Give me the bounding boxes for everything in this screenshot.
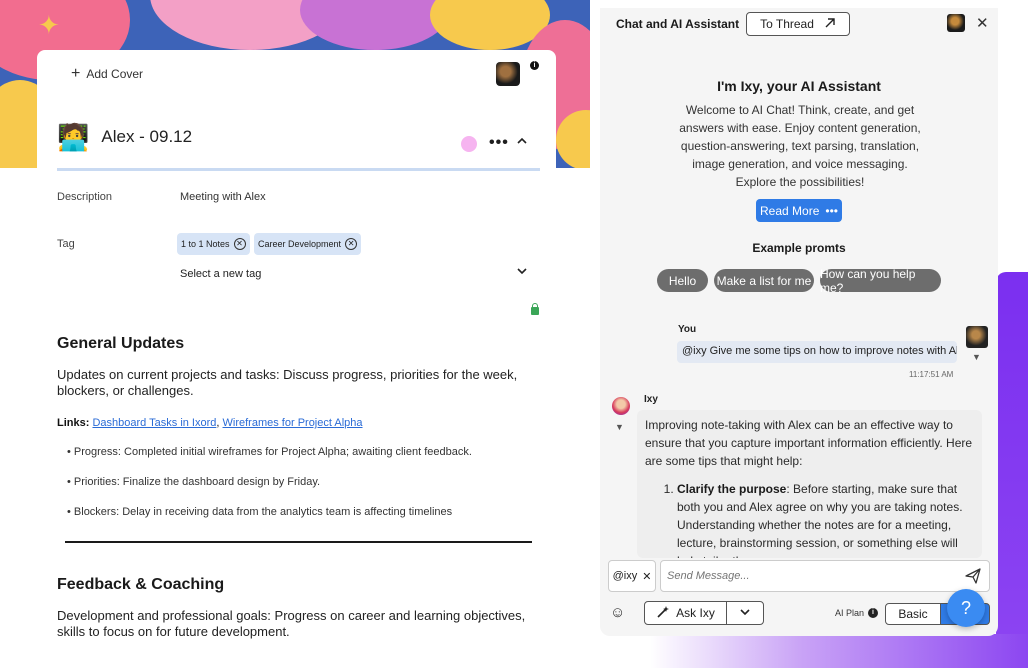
general-updates-heading: General Updates xyxy=(57,335,185,352)
assistant-tip-title: Clarify the purpose xyxy=(677,482,787,496)
chevron-down-icon[interactable] xyxy=(727,607,763,619)
bullet-blockers: • Blockers: Delay in receiving data from… xyxy=(67,506,453,518)
arrow-up-right-icon xyxy=(824,17,836,32)
general-updates-text: Updates on current projects and tasks: D… xyxy=(57,367,518,398)
remove-tag-icon[interactable]: ✕ xyxy=(345,238,358,250)
send-icon[interactable] xyxy=(956,560,990,592)
tag-label: Tag xyxy=(57,238,75,250)
chevron-down-icon[interactable]: ▼ xyxy=(615,422,624,432)
owner-avatar[interactable] xyxy=(496,62,520,86)
read-more-button[interactable]: Read More ••• xyxy=(756,199,842,222)
link-separator: , xyxy=(216,417,220,429)
chevron-down-icon[interactable]: ▼ xyxy=(972,352,981,362)
note-card-header: + Add Cover i 🧑‍💻 Alex - 09.12 ••• xyxy=(37,50,556,170)
feedback-heading: Feedback & Coaching xyxy=(57,576,225,593)
add-cover-button[interactable]: + Add Cover xyxy=(71,65,144,82)
read-more-label: Read More xyxy=(760,203,820,218)
purple-gradient xyxy=(650,634,1028,668)
add-cover-label: Add Cover xyxy=(86,67,144,81)
title-underline xyxy=(57,168,540,171)
assistant-intro-text: Welcome to AI Chat! Think, create, and g… xyxy=(679,103,921,189)
more-options-icon[interactable]: ••• xyxy=(489,134,509,152)
remove-tag-icon[interactable]: ✕ xyxy=(233,238,246,250)
ai-plan-label: AI Plan i xyxy=(835,608,879,618)
user-message-time: 11:17:51 AM xyxy=(909,370,954,379)
note-title-row: 🧑‍💻 Alex - 09.12 xyxy=(57,122,192,152)
to-thread-button[interactable]: To Thread xyxy=(746,12,850,36)
message-input[interactable] xyxy=(660,560,990,592)
info-icon[interactable]: i xyxy=(530,61,539,70)
note-title[interactable]: Alex - 09.12 xyxy=(101,127,192,147)
chat-user-avatar[interactable] xyxy=(947,14,965,32)
mention-chip[interactable]: @ixy ✕ xyxy=(608,560,656,592)
tag-chip[interactable]: 1 to 1 Notes ✕ xyxy=(177,233,250,255)
user-message-bubble: @ixy Give me some tips on how to improve… xyxy=(677,341,957,363)
more-dots-icon: ••• xyxy=(825,203,838,218)
example-prompt-list[interactable]: Make a list for me xyxy=(714,269,814,292)
description-value[interactable]: Meeting with Alex xyxy=(180,191,266,203)
tag-chip[interactable]: Career Development ✕ xyxy=(254,233,362,255)
assistant-tips-list: Clarify the purpose: Before starting, ma… xyxy=(677,480,974,558)
bullet-progress: • Progress: Completed initial wireframes… xyxy=(67,446,472,458)
assistant-message-bubble: Improving note-taking with Alex can be a… xyxy=(637,410,982,558)
color-dot[interactable] xyxy=(461,136,477,152)
info-icon[interactable]: i xyxy=(868,608,879,618)
plan-basic-toggle[interactable]: Basic xyxy=(885,603,941,625)
bullet-priorities: • Priorities: Finalize the dashboard des… xyxy=(67,476,321,488)
to-thread-label: To Thread xyxy=(760,17,814,31)
lock-icon xyxy=(531,303,539,315)
select-tag-dropdown[interactable]: Select a new tag xyxy=(180,268,261,280)
assistant-tip-item: Clarify the purpose: Before starting, ma… xyxy=(677,480,974,558)
example-prompt-hello[interactable]: Hello xyxy=(657,269,708,292)
purple-accent xyxy=(996,272,1028,668)
links-label: Links: xyxy=(57,417,90,429)
assistant-message-intro: Improving note-taking with Alex can be a… xyxy=(645,418,973,468)
feedback-text: Development and professional goals: Prog… xyxy=(57,608,526,639)
assistant-intro-title: I'm Ixy, your AI Assistant xyxy=(717,78,881,94)
ask-ixy-button[interactable]: Ask Ixy xyxy=(644,601,764,625)
plus-icon: + xyxy=(71,65,81,82)
link-dashboard-tasks[interactable]: Dashboard Tasks in Ixord xyxy=(92,417,216,429)
link-wireframes[interactable]: Wireframes for Project Alpha xyxy=(223,417,363,429)
example-prompt-help[interactable]: How can you help me? xyxy=(820,267,941,295)
description-label: Description xyxy=(57,191,113,203)
help-button[interactable]: ? xyxy=(947,589,985,627)
ask-ixy-main[interactable]: Ask Ixy xyxy=(645,602,727,624)
emoji-icon[interactable]: ☺ xyxy=(610,604,625,621)
chat-header: Chat and AI Assistant To Thread ✕ xyxy=(600,8,998,40)
assistant-avatar xyxy=(612,397,630,415)
user-message-author: You xyxy=(678,324,697,335)
ask-ixy-label: Ask Ixy xyxy=(676,606,715,620)
user-message-avatar xyxy=(966,326,988,348)
close-icon[interactable]: ✕ xyxy=(976,14,989,32)
sparkle-icon: ✦ xyxy=(38,10,60,40)
close-icon[interactable]: ✕ xyxy=(642,570,651,583)
mention-chip-label: @ixy xyxy=(612,570,638,582)
example-prompts-title: Example promts xyxy=(752,241,846,255)
tag-chip-label: 1 to 1 Notes xyxy=(181,239,230,249)
cover-shape xyxy=(300,0,450,50)
ai-plan-text: AI Plan xyxy=(835,608,865,618)
assistant-message-author: Ixy xyxy=(644,394,658,405)
horizontal-divider xyxy=(65,541,532,543)
chevron-down-icon[interactable] xyxy=(517,266,527,278)
tag-chip-label: Career Development xyxy=(258,239,342,249)
note-emoji-icon[interactable]: 🧑‍💻 xyxy=(57,122,89,152)
chat-title: Chat and AI Assistant xyxy=(616,17,740,31)
collapse-chevron-up-icon[interactable] xyxy=(517,134,527,148)
chat-panel: Chat and AI Assistant To Thread ✕ I'm Ix… xyxy=(600,8,998,636)
links-row: Links: Dashboard Tasks in Ixord, Wirefra… xyxy=(57,417,363,429)
magic-wand-icon xyxy=(656,605,670,622)
